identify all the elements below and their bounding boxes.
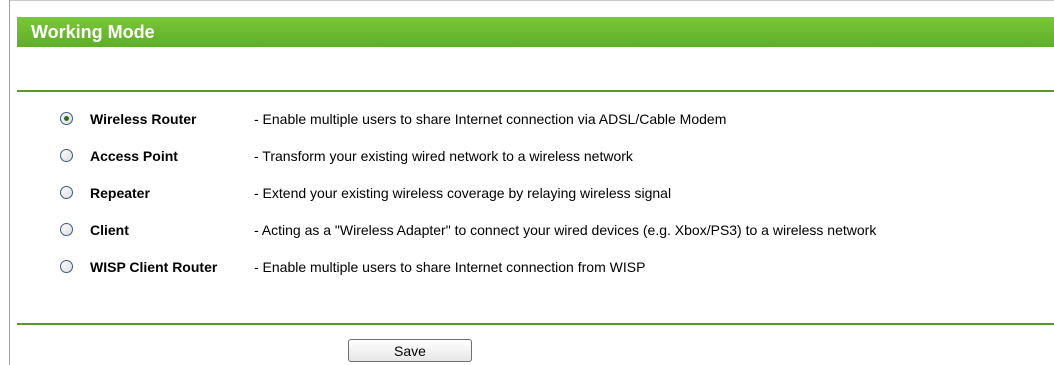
option-wireless-router[interactable]: Wireless Router - Enable multiple users … [60,109,1050,131]
section-header: Working Mode [17,17,1054,47]
panel-left-border [9,0,10,365]
option-label: Client [90,222,129,238]
radio-repeater[interactable] [60,186,73,199]
option-label: Wireless Router [90,111,197,127]
option-label: Repeater [90,185,150,201]
option-description: - Enable multiple users to share Interne… [254,259,646,275]
section-title: Working Mode [31,22,155,42]
radio-wireless-router[interactable] [60,112,73,125]
save-button[interactable]: Save [348,339,472,362]
option-description: - Transform your existing wired network … [254,148,633,164]
top-divider [17,90,1054,92]
radio-selected-dot [64,116,69,121]
option-wisp-client-router[interactable]: WISP Client Router - Enable multiple use… [60,257,1050,279]
option-repeater[interactable]: Repeater - Extend your existing wireless… [60,183,1050,205]
option-description: - Extend your existing wireless coverage… [254,185,672,201]
working-mode-panel: Working Mode Wireless Router - Enable mu… [0,0,1054,365]
option-label: Access Point [90,148,178,164]
option-description: - Enable multiple users to share Interne… [254,111,727,127]
radio-client[interactable] [60,223,73,236]
option-description: - Acting as a "Wireless Adapter" to conn… [254,222,877,238]
option-access-point[interactable]: Access Point - Transform your existing w… [60,146,1050,168]
radio-wisp-client-router[interactable] [60,260,73,273]
bottom-divider [17,323,1054,325]
option-label: WISP Client Router [90,259,218,275]
option-client[interactable]: Client - Acting as a "Wireless Adapter" … [60,220,1050,242]
panel-top-border [9,0,1054,1]
radio-access-point[interactable] [60,149,73,162]
